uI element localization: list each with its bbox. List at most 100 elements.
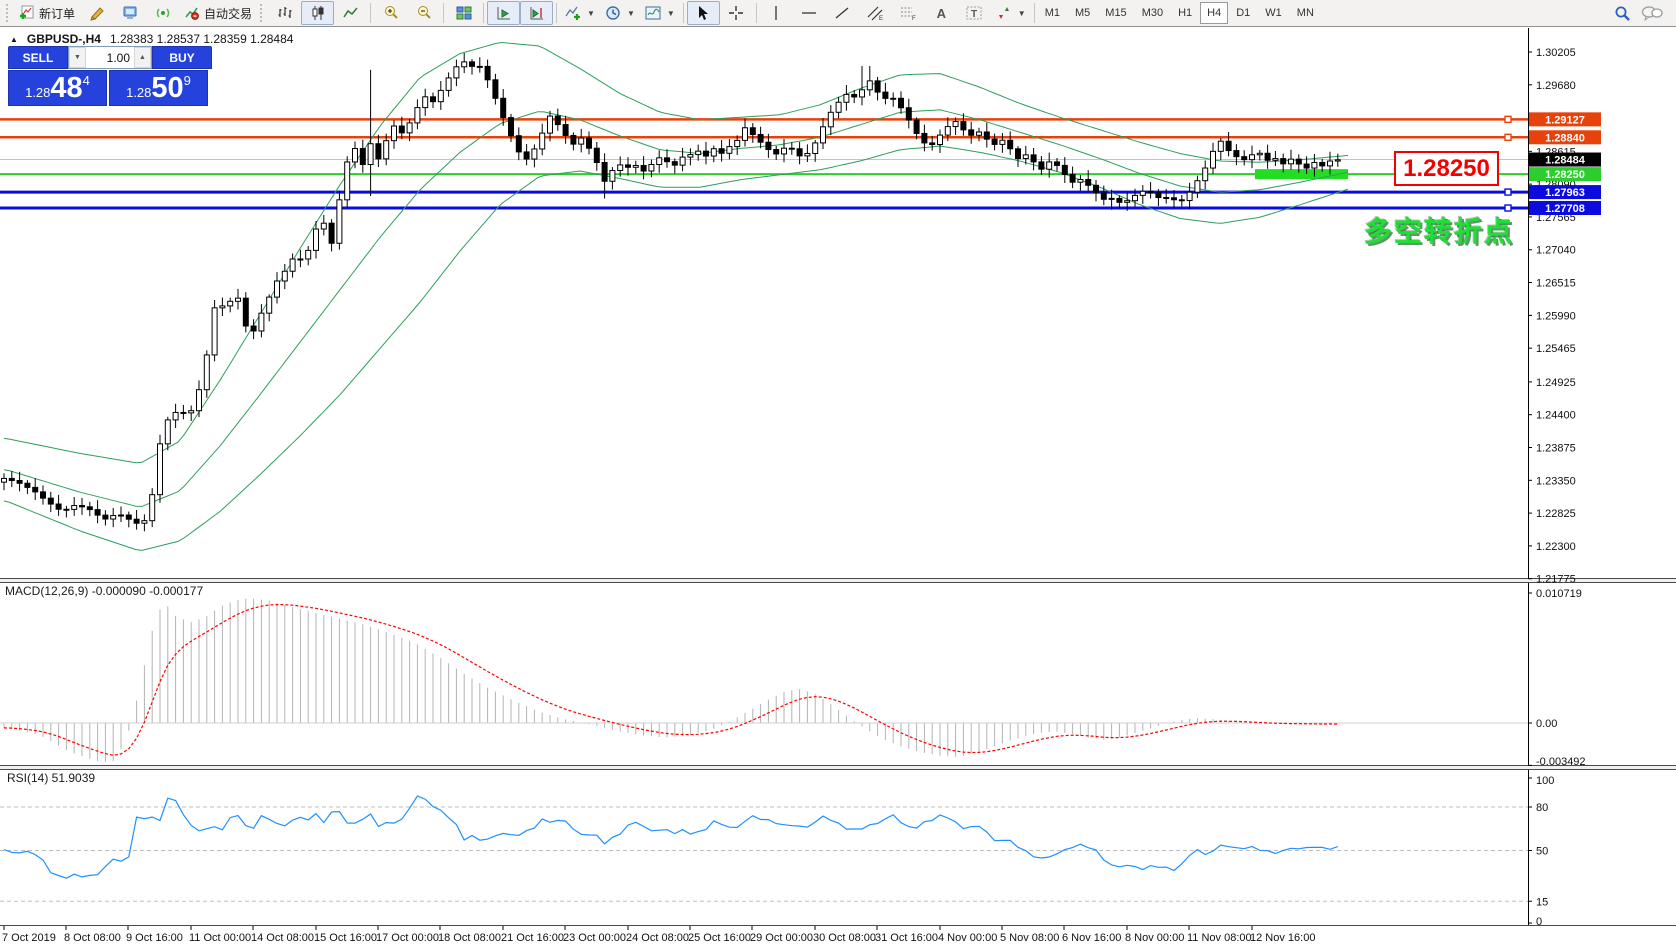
tile-windows-button[interactable] (447, 1, 480, 25)
tab-timeframe-M30[interactable]: M30 (1135, 2, 1170, 24)
candle (695, 150, 702, 156)
crayon-icon (89, 7, 104, 21)
candle (289, 258, 296, 272)
signals-button[interactable] (146, 1, 179, 25)
svg-text:1.27708: 1.27708 (1545, 203, 1585, 215)
chart-shift-button[interactable] (520, 1, 554, 25)
market-watch-button[interactable] (113, 1, 146, 25)
autoscroll-button[interactable] (487, 1, 521, 25)
vertical-line-button[interactable] (760, 1, 793, 25)
volume-increase-button[interactable]: ▲ (134, 47, 151, 68)
candle (8, 477, 15, 481)
tab-timeframe-D1[interactable]: D1 (1229, 2, 1257, 24)
tab-timeframe-M5[interactable]: M5 (1068, 2, 1097, 24)
crosshair-icon (729, 6, 744, 20)
fibonacci-button[interactable]: F (892, 1, 925, 25)
candle (952, 121, 959, 128)
tab-timeframe-M15[interactable]: M15 (1098, 2, 1133, 24)
price-callout-box[interactable]: 1.28250 (1394, 151, 1499, 186)
line-handle[interactable] (1504, 188, 1512, 196)
candle (266, 296, 273, 314)
price-axis-tick: 1.22300 (1536, 541, 1576, 553)
line-handle[interactable] (1504, 133, 1512, 141)
horizontal-line-button[interactable] (793, 1, 826, 25)
templates-dropdown[interactable]: ▼ (640, 1, 680, 25)
candle (47, 497, 54, 505)
line-chart-button[interactable] (334, 1, 367, 25)
candle (1046, 161, 1053, 170)
candle (1022, 154, 1029, 160)
tab-timeframe-H4[interactable]: H4 (1200, 2, 1229, 24)
autotrading-button[interactable]: 自动交易 (179, 1, 257, 25)
candle (586, 137, 592, 149)
rsi-axis-tick: 100 (1536, 775, 1554, 787)
periods-dropdown[interactable]: ▼ (600, 1, 640, 25)
candle (141, 520, 148, 524)
crosshair-button[interactable] (720, 1, 753, 25)
candle (476, 65, 483, 68)
cursor-button[interactable] (686, 1, 720, 25)
bar-chart-button[interactable] (268, 1, 301, 25)
candlestick-chart-button[interactable] (301, 1, 335, 25)
candle (414, 107, 421, 124)
toolbar-separator (755, 3, 757, 23)
candle (94, 509, 101, 516)
candle (1186, 191, 1193, 202)
candle (718, 148, 725, 154)
time-axis-label: 6 Nov 16:00 (1062, 932, 1121, 944)
volume-decrease-button[interactable]: ▼ (69, 47, 86, 68)
candle (687, 154, 694, 158)
candle (1210, 150, 1216, 169)
candle (86, 506, 93, 511)
equidistant-channel-button[interactable]: E (859, 1, 892, 25)
chart-title-bar: ▲ GBPUSD-,H4 1.28383 1.28537 1.28359 1.2… (10, 32, 293, 46)
candle (742, 127, 748, 141)
time-axis-label: 7 Oct 2019 (2, 932, 56, 944)
sell-price-tile[interactable]: 1.28 48 4 (8, 70, 107, 106)
buy-button[interactable]: BUY (152, 46, 212, 69)
candle (1, 477, 7, 483)
candle (1038, 161, 1045, 170)
volume-value[interactable]: 1.00 (86, 47, 134, 68)
price-axis-tick: 1.30205 (1536, 47, 1576, 59)
candle (921, 132, 928, 144)
toolbar-right-group (1614, 5, 1673, 22)
candle (1264, 152, 1271, 161)
text-label-icon: T (966, 6, 982, 20)
symbol-collapse-icon[interactable]: ▲ (10, 35, 18, 44)
candle (1116, 197, 1123, 203)
line-handle[interactable] (1504, 115, 1512, 124)
candle (734, 139, 741, 148)
chinese-annotation[interactable]: 多空转折点 (1364, 210, 1514, 250)
trendline-button[interactable] (826, 1, 859, 25)
candle (804, 152, 811, 157)
candle (632, 164, 639, 168)
candle (570, 134, 577, 145)
monitor-icon (123, 6, 137, 19)
tab-timeframe-M1[interactable]: M1 (1038, 2, 1067, 24)
candle (882, 91, 889, 99)
text-button[interactable]: A (925, 1, 958, 25)
candle (1093, 184, 1099, 194)
zoom-in-button[interactable] (374, 1, 407, 25)
candle (523, 151, 530, 160)
zoom-out-button[interactable] (407, 1, 440, 25)
indicators-dropdown[interactable]: ▼ (560, 1, 600, 25)
candle (157, 443, 163, 496)
candle (749, 127, 756, 136)
text-label-button[interactable]: T (958, 1, 991, 25)
buy-price-tile[interactable]: 1.28 50 9 (109, 70, 208, 106)
tab-timeframe-W1[interactable]: W1 (1258, 2, 1289, 24)
chat-icon[interactable] (1641, 5, 1663, 21)
candle (1202, 167, 1209, 182)
tab-timeframe-MN[interactable]: MN (1290, 2, 1321, 24)
tab-timeframe-H1[interactable]: H1 (1171, 2, 1199, 24)
highlighted-trend-segment[interactable] (1255, 169, 1348, 180)
new-order-button[interactable]: 新订单 (14, 1, 80, 25)
candle (866, 80, 873, 91)
sell-button[interactable]: SELL (8, 46, 68, 69)
search-icon[interactable] (1614, 5, 1631, 22)
candle (235, 297, 241, 302)
arrows-dropdown[interactable]: ▼ (991, 1, 1031, 25)
styles-button[interactable] (80, 1, 113, 25)
